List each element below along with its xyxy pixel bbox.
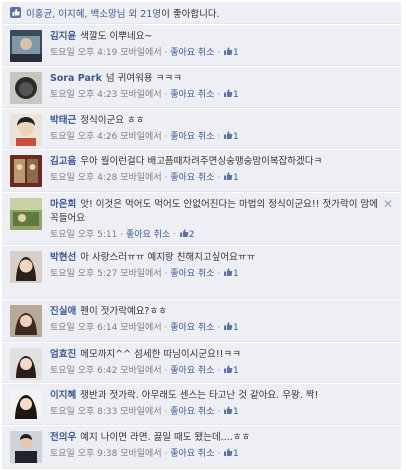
comment-text: 아 사랑스러ㅠㅠ 예지랑 친해지고싶어요ㅠㅠ	[80, 252, 256, 263]
avatar[interactable]	[10, 305, 42, 337]
thumbs-up-icon	[224, 365, 233, 373]
like-count[interactable]: 1	[233, 269, 239, 279]
thumbs-up-icon	[224, 448, 233, 456]
unlike-link[interactable]: 좋아요 취소	[170, 323, 214, 333]
comment-time[interactable]: 토요일 오후 4:19 모바일에서	[50, 48, 162, 58]
likes-suffix: 이 좋아합니다.	[161, 8, 220, 20]
unlike-link[interactable]: 좋아요 취소	[170, 407, 214, 417]
comment-time[interactable]: 토요일 오후 6:14 모바일에서	[50, 323, 162, 333]
comment-author[interactable]: 김지윤	[50, 31, 76, 42]
comment-author[interactable]: Sora Park	[50, 73, 102, 84]
like-count[interactable]: 1	[233, 90, 239, 100]
comment-item: 엄효진 메모까지^^ 섬세한 따님이시군요!!ㅋㅋ 토요일 오후 6:42 모바일…	[2, 343, 401, 383]
comment-item: 마은희 앗! 이것은 먹어도 먹어도 안없어진다는 마법의 정식이군요!! 젓가락…	[2, 193, 401, 245]
comment-author[interactable]: 박태근	[50, 115, 76, 126]
comment-text: 쟁반과 젓가락. 아무래도 센스는 타고난 것 같아요. 우왕. 짝!	[80, 390, 319, 401]
comment-text: 우아 월이런걸다 배고픔때차려주면싱숭맹숭맘이복잡하겠다ㅋ	[80, 156, 323, 167]
thumbs-up-icon	[224, 131, 233, 139]
comment-item: 이지혜 쟁반과 젓가락. 아무래도 센스는 타고난 것 같아요. 우왕. 짝! 토…	[2, 384, 401, 425]
comment-time[interactable]: 토요일 오후 4:23 모바일에서	[50, 90, 162, 100]
like-count[interactable]: 1	[233, 449, 239, 459]
avatar[interactable]	[10, 389, 42, 421]
avatar[interactable]	[10, 155, 42, 187]
comment-time[interactable]: 토요일 오후 9:38 모바일에서	[50, 449, 162, 459]
like-count[interactable]: 1	[233, 132, 239, 142]
comment-author[interactable]: 진실애	[50, 306, 76, 317]
comment-author[interactable]: 마은희	[50, 199, 76, 210]
comment-author[interactable]: 전의우	[50, 432, 76, 443]
unlike-link[interactable]: 좋아요 취소	[170, 48, 214, 58]
comment-text: 펜이 젓가락예요?ㅎㅎ	[80, 306, 167, 317]
thumbs-up-icon	[10, 7, 21, 18]
comment-author[interactable]: 엄효진	[50, 349, 76, 360]
like-count[interactable]: 1	[233, 366, 239, 376]
thumbs-up-icon	[224, 268, 233, 276]
thumbs-up-icon	[224, 47, 233, 55]
thumbs-up-icon	[224, 89, 233, 97]
comment-time[interactable]: 토요일 오후 4:28 모바일에서	[50, 173, 162, 183]
thumbs-up-icon	[179, 229, 189, 237]
comment-item: 박태근 정식이군요 ㅎㅎ 토요일 오후 4:26 모바일에서 · 좋아요 취소 ·…	[2, 109, 401, 149]
avatar[interactable]	[10, 198, 42, 230]
comment-item: Sora Park 넘 귀여워용 ㅋㅋㅋ 토요일 오후 4:23 모바일에서 · …	[2, 67, 401, 108]
thumbs-up-icon	[224, 406, 233, 414]
unlike-link[interactable]: 좋아요 취소	[170, 449, 214, 459]
likes-summary: 이홍균, 이지혜, 백소망님 외 21명 이 좋아합니다.	[2, 2, 401, 24]
like-count[interactable]: 1	[233, 173, 239, 183]
unlike-link[interactable]: 좋아요 취소	[170, 132, 214, 142]
comment-text: 색깔도 이뿌네요~	[80, 31, 153, 42]
avatar[interactable]	[10, 348, 42, 380]
comment-text: 앗! 이것은 먹어도 먹어도 안없어진다는 마법의 정식이군요!! 젓가락이 맘…	[50, 199, 379, 224]
avatar[interactable]	[10, 431, 42, 463]
avatar[interactable]	[10, 114, 42, 146]
comment-item: 진실애 펜이 젓가락예요?ㅎㅎ 토요일 오후 6:14 모바일에서 · 좋아요 취…	[2, 300, 401, 342]
like-count[interactable]: 1	[233, 323, 239, 333]
comment-item: 김고음 우아 월이런걸다 배고픔때차려주면싱숭맹숭맘이복잡하겠다ㅋ 토요일 오후 …	[2, 150, 401, 192]
comment-item: 박현선 아 사랑스러ㅠㅠ 예지랑 친해지고싶어요ㅠㅠ 토요일 오후 5:27 모바…	[2, 246, 401, 299]
comments-panel: 이홍균, 이지혜, 백소망님 외 21명 이 좋아합니다. 김지윤 색깔도 이뿌네…	[0, 0, 406, 471]
comment-text: 예지 나이면 라면. 끓일 때도 됐는데....ㅎㅎ	[80, 432, 251, 443]
comment-text: 메모까지^^ 섬세한 따님이시군요!!ㅋㅋ	[80, 349, 241, 360]
avatar[interactable]	[10, 30, 42, 62]
comment-item: 전의우 예지 나이면 라면. 끓일 때도 됐는데....ㅎㅎ 토요일 오후 9:3…	[2, 426, 401, 469]
comment-text: 넘 귀여워용 ㅋㅋㅋ	[105, 73, 182, 84]
close-icon[interactable]: ✕	[383, 197, 393, 211]
comment-time[interactable]: 토요일 오후 8:33 모바일에서	[50, 407, 162, 417]
thumbs-up-icon	[224, 322, 233, 330]
like-count[interactable]: 2	[189, 230, 195, 240]
thumbs-up-icon	[224, 172, 233, 180]
unlike-link[interactable]: 좋아요 취소	[170, 90, 214, 100]
unlike-link[interactable]: 좋아요 취소	[170, 173, 214, 183]
comment-text: 정식이군요 ㅎㅎ	[80, 115, 145, 126]
comment-time[interactable]: 토요일 오후 6:42 모바일에서	[50, 366, 162, 376]
comment-author[interactable]: 김고음	[50, 156, 76, 167]
comment-item: 김지윤 색깔도 이뿌네요~ 토요일 오후 4:19 모바일에서 · 좋아요 취소 …	[2, 25, 401, 66]
avatar[interactable]	[10, 251, 42, 283]
comment-time[interactable]: 토요일 오후 5:27 모바일에서	[50, 269, 162, 279]
unlike-link[interactable]: 좋아요 취소	[170, 366, 214, 376]
like-count[interactable]: 1	[233, 407, 239, 417]
comment-time[interactable]: 토요일 오후 4:26 모바일에서	[50, 132, 162, 142]
comment-time[interactable]: 토요일 오후 5:11	[50, 230, 117, 240]
comment-author[interactable]: 이지혜	[50, 390, 76, 401]
unlike-link[interactable]: 좋아요 취소	[126, 230, 170, 240]
like-count[interactable]: 1	[233, 48, 239, 58]
likers-link[interactable]: 이홍균, 이지혜, 백소망님 외 21명	[26, 6, 161, 20]
avatar[interactable]	[10, 72, 42, 104]
comment-author[interactable]: 박현선	[50, 252, 76, 263]
unlike-link[interactable]: 좋아요 취소	[170, 269, 214, 279]
